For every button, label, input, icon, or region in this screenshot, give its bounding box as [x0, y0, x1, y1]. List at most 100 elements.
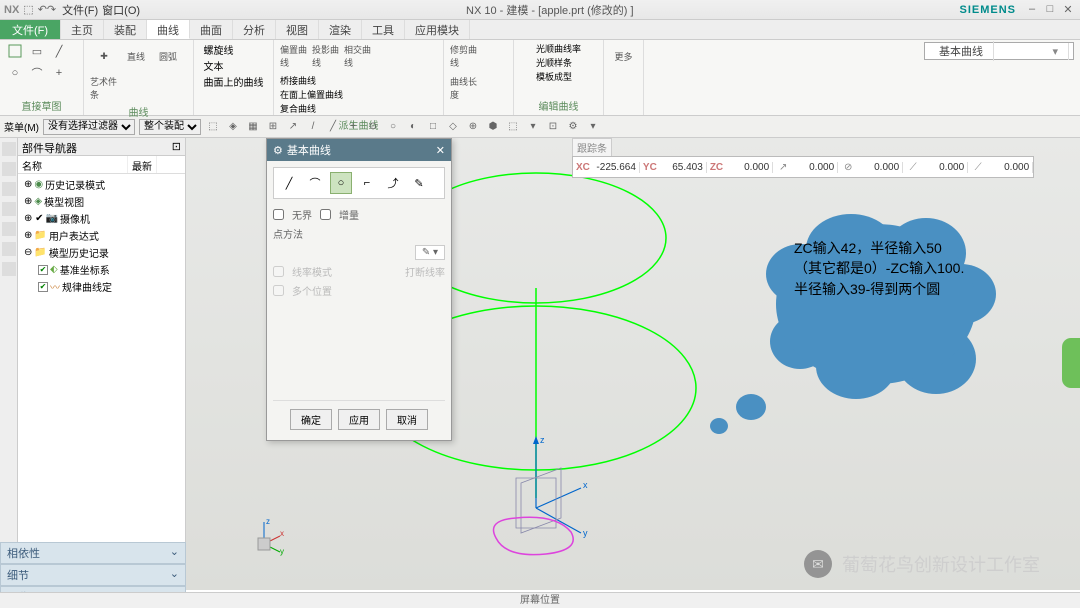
ribbon-tab-app[interactable]: 应用模块 [405, 20, 470, 39]
leftbar-reuse-icon[interactable] [2, 202, 16, 216]
tb-icon-13[interactable]: ◇ [445, 119, 461, 135]
maximize-button[interactable]: □ [1042, 3, 1058, 17]
chk-unbounded[interactable] [273, 209, 284, 220]
sketch-slash-icon[interactable]: ╱ [50, 42, 68, 60]
cmd-intersect-curve[interactable]: 相交曲线 [344, 42, 372, 70]
dialog-ok-button[interactable]: 确定 [290, 409, 332, 430]
nav-pin-icon[interactable]: ⊡ [172, 140, 181, 153]
shape-trim[interactable]: ⤴ [382, 172, 404, 194]
tb-icon-3[interactable]: ▦ [245, 119, 261, 135]
filter-select-2[interactable]: 整个装配 [139, 119, 201, 135]
dialog-gear-icon[interactable]: ⚙ [273, 144, 283, 157]
leftbar-asm-icon[interactable] [2, 162, 16, 176]
ribbon-tab-home[interactable]: 主页 [61, 20, 104, 39]
tree-history-mode[interactable]: ⊕ ◉ 历史记录模式 [20, 176, 183, 193]
tb-icon-14[interactable]: ⊕ [465, 119, 481, 135]
cmd-composite[interactable]: 复合曲线 [280, 102, 343, 115]
tb-icon-12[interactable]: □ [425, 119, 441, 135]
leftbar-con-icon[interactable] [2, 182, 16, 196]
ribbon-tab-curve[interactable]: 曲线 [147, 20, 190, 39]
tb-icon-18[interactable]: ⊡ [545, 119, 561, 135]
nav-col-name[interactable]: 名称 [18, 156, 128, 173]
cmd-more[interactable]: 更多 [610, 42, 638, 70]
minimize-button[interactable]: ‒ [1024, 3, 1040, 17]
cmd-point[interactable]: ✚ [90, 42, 118, 70]
view-triad[interactable]: z y x [244, 516, 284, 556]
cmd-trim[interactable]: 修剪曲线 [450, 42, 478, 70]
tb-icon-6[interactable]: / [305, 119, 321, 135]
dialog-close-icon[interactable]: ✕ [436, 144, 445, 157]
cmd-bridge[interactable]: 桥接曲线 [280, 74, 343, 87]
shape-arc[interactable]: ⌒ [304, 172, 326, 194]
dialog-cancel-button[interactable]: 取消 [386, 409, 428, 430]
sketch-circle-icon[interactable]: ○ [6, 64, 24, 82]
shape-fillet[interactable]: ⌐ [356, 172, 378, 194]
leftbar-nav-icon[interactable] [2, 142, 16, 156]
nav-col-latest[interactable]: 最新 [128, 156, 157, 173]
coord-v4[interactable]: 0.000 [790, 162, 834, 173]
cmd-offset-face[interactable]: 在面上偏置曲线 [280, 88, 343, 101]
sketch-line-icon[interactable] [6, 42, 24, 60]
leftbar-hist-icon[interactable] [2, 222, 16, 236]
tree-csys[interactable]: ✔⬖ 基准坐标系 [20, 261, 183, 278]
menu-file[interactable]: 文件(F) [62, 2, 98, 18]
right-edge-handle[interactable] [1062, 338, 1080, 388]
cmd-offset-curve[interactable]: 偏置曲线 [280, 42, 308, 70]
leftbar-ie-icon[interactable] [2, 262, 16, 276]
cmd-line[interactable]: 直线 [122, 42, 150, 70]
filter-select-1[interactable]: 没有选择过滤器 [43, 119, 135, 135]
cmd-smooth-rate[interactable]: 光顺曲线率 [536, 42, 581, 55]
cmd-text[interactable]: 文本 [204, 58, 224, 73]
graphics-viewport[interactable]: ⚙基本曲线 ✕ ╱ ⌒ ○ ⌐ ⤴ ✎ 无界 增量 点方法 [186, 138, 1080, 590]
tb-icon-16[interactable]: ⬚ [505, 119, 521, 135]
tb-icon-8[interactable]: + [345, 119, 361, 135]
leftbar-role-icon[interactable] [2, 242, 16, 256]
tree-model-view[interactable]: ⊕ ◈ 模型视图 [20, 193, 183, 210]
shape-edit[interactable]: ✎ [408, 172, 430, 194]
coord-v6[interactable]: 0.000 [920, 162, 964, 173]
cmd-smooth-spline[interactable]: 光顺样条 [536, 56, 572, 69]
menu-dropdown[interactable]: 菜单(M) [4, 119, 39, 134]
tb-icon-1[interactable]: ⬚ [205, 119, 221, 135]
command-search-input[interactable]: 基本曲线▾ [924, 42, 1074, 60]
tb-icon-17[interactable]: ▾ [525, 119, 541, 135]
sketch-arc-icon[interactable]: ⌒ [28, 64, 46, 82]
sketch-rect-icon[interactable]: ▭ [28, 42, 46, 60]
ribbon-tab-analysis[interactable]: 分析 [233, 20, 276, 39]
tree-law-curve[interactable]: ✔〰 规律曲线定 [20, 278, 183, 295]
cmd-template[interactable]: 模板成型 [536, 70, 572, 83]
shape-line[interactable]: ╱ [278, 172, 300, 194]
tb-icon-7[interactable]: ╱ [325, 119, 341, 135]
tree-camera[interactable]: ⊕ ✔ 📷 摄像机 [20, 210, 183, 227]
cmd-arc[interactable]: 圆弧 [154, 42, 182, 70]
tree-user-expr[interactable]: ⊕ 📁 用户表达式 [20, 227, 183, 244]
chk-increment[interactable] [320, 209, 331, 220]
tree-model-history[interactable]: ⊖ 📁 模型历史记录 [20, 244, 183, 261]
cmd-helix[interactable]: 螺旋线 [204, 42, 234, 57]
tb-icon-4[interactable]: ⊞ [265, 119, 281, 135]
tb-icon-5[interactable]: ↗ [285, 119, 301, 135]
qat-redo-icon[interactable]: ↷ [47, 3, 56, 16]
ribbon-tab-file[interactable]: 文件(F) [0, 20, 61, 39]
ribbon-tab-tools[interactable]: 工具 [362, 20, 405, 39]
sketch-point-icon[interactable]: + [50, 64, 68, 82]
coord-xc[interactable]: -225.664 [592, 162, 636, 173]
tb-icon-20[interactable]: ▾ [585, 119, 601, 135]
tb-icon-19[interactable]: ⚙ [565, 119, 581, 135]
point-method-dropdown[interactable]: ✎ ▾ [415, 245, 445, 260]
ribbon-tab-render[interactable]: 渲染 [319, 20, 362, 39]
cmd-length[interactable]: 曲线长度 [450, 74, 478, 102]
tb-icon-15[interactable]: ⬢ [485, 119, 501, 135]
coord-yc[interactable]: 65.403 [659, 162, 703, 173]
shape-circle[interactable]: ○ [330, 172, 352, 194]
ribbon-tab-assembly[interactable]: 装配 [104, 20, 147, 39]
tb-icon-10[interactable]: ○ [385, 119, 401, 135]
tb-icon-9[interactable]: ⊙ [365, 119, 381, 135]
coord-v7[interactable]: 0.000 [985, 162, 1029, 173]
menu-window[interactable]: 窗口(O) [102, 2, 140, 18]
ribbon-tab-view[interactable]: 视图 [276, 20, 319, 39]
coord-zc[interactable]: 0.000 [725, 162, 769, 173]
tb-icon-2[interactable]: ◈ [225, 119, 241, 135]
cmd-curve-on-surf[interactable]: 曲面上的曲线 [204, 74, 264, 89]
close-button[interactable]: ✕ [1060, 3, 1076, 17]
